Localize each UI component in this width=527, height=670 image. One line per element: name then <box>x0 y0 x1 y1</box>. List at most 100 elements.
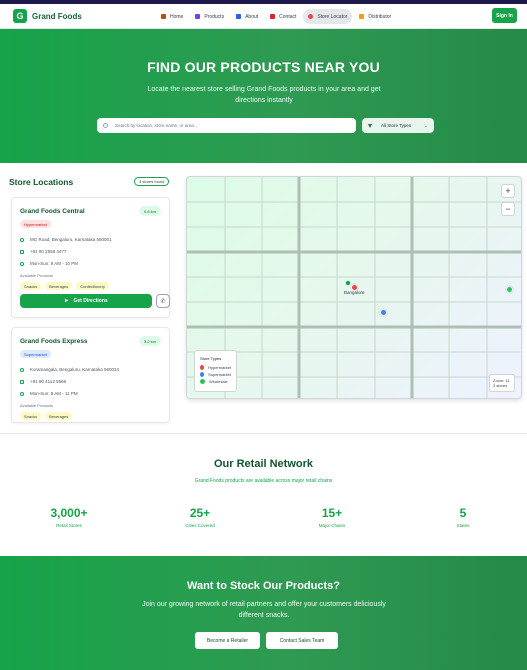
legend-label: Wholesale <box>209 379 228 384</box>
store-phone-text: +91 80 2558 4477 <box>30 249 67 254</box>
store-map[interactable]: + − Bangalore Store Types Hypermarket Su… <box>186 176 522 399</box>
zoom-out-button[interactable]: − <box>501 202 515 216</box>
legend-dot <box>200 365 205 370</box>
city-label: Bangalore <box>344 290 365 295</box>
store-card[interactable]: Grand Foods Central 0.8 km Hypermarket M… <box>11 197 170 318</box>
get-directions-label: Get Directions <box>73 298 108 304</box>
product-tag: Snacks <box>20 412 42 420</box>
nav-products-label: Products <box>204 13 225 20</box>
store-address: MG Road, Bengaluru, Karnataka 560001 <box>20 237 112 242</box>
call-store-button[interactable]: ✆ <box>156 294 170 308</box>
available-products-label: Available Products <box>20 403 54 408</box>
legend-label: Supermarket <box>208 372 231 377</box>
legend-dot <box>200 379 205 384</box>
legend-item: Wholesale <box>200 378 231 385</box>
hero-title: FIND OUR PRODUCTS NEAR YOU <box>147 59 380 75</box>
supermarket-pin[interactable] <box>380 309 387 316</box>
city-marker-dot <box>346 281 350 285</box>
nav-store-locator[interactable]: Store Locator <box>303 9 353 24</box>
nav-distributor[interactable]: Distributor <box>354 9 396 24</box>
legend-title: Store Types <box>200 356 222 361</box>
location-icon <box>20 367 24 372</box>
legend-label: Hypermarket <box>208 365 231 370</box>
nav-distributor-label: Distributor <box>368 13 392 20</box>
become-retailer-button[interactable]: Become a Retailer <box>195 632 260 649</box>
nav-products[interactable]: Products <box>190 9 229 24</box>
product-tag: Beverages <box>45 282 73 290</box>
info-icon <box>236 14 242 19</box>
store-type-filter-label: All Store Types <box>381 123 412 128</box>
network-subtitle: Grand Foods products are available acros… <box>194 478 333 484</box>
store-card[interactable]: Grand Foods Express 3.2 km Supermarket K… <box>11 327 170 423</box>
stat-label: Major Chains <box>318 523 346 528</box>
nav-contact[interactable]: Contact <box>265 9 301 24</box>
store-list-title: Store Locations <box>9 177 74 187</box>
home-icon <box>161 14 166 19</box>
product-tags: Snacks Beverages Confectionery <box>20 282 113 290</box>
nav-home-label: Home <box>170 13 184 20</box>
store-phone-text: +91 80 4112 5566 <box>30 379 67 384</box>
hero-section: FIND OUR PRODUCTS NEAR YOU Locate the ne… <box>0 29 527 163</box>
clock-icon <box>20 391 24 396</box>
stat-label: Cities Covered <box>185 523 215 528</box>
legend-item: Supermarket <box>200 371 231 378</box>
nav-about[interactable]: About <box>231 9 263 24</box>
nav-store-locator-label: Store Locator <box>317 13 348 20</box>
stat-states: 5 States <box>408 506 518 528</box>
hero-subtitle: Locate the nearest store selling Grand F… <box>147 86 381 104</box>
cta-subtitle: Join our growing network of retail partn… <box>142 601 386 619</box>
nav-about-label: About <box>245 13 259 20</box>
nav-links: Home Products About Contact Store Locato… <box>156 9 398 24</box>
map-pin-icon <box>308 14 314 19</box>
brand-name: Grand Foods <box>32 11 82 21</box>
store-type-badge: Hypermarket <box>20 220 51 228</box>
phone-icon <box>270 14 276 19</box>
store-address-text: MG Road, Bengaluru, Karnataka 560001 <box>30 237 112 242</box>
sign-in-button[interactable]: Sign In <box>492 8 517 23</box>
nav-home[interactable]: Home <box>156 9 188 24</box>
get-directions-button[interactable]: ➤ Get Directions <box>20 294 152 308</box>
search-bar[interactable] <box>97 118 356 133</box>
stat-retail-stores: 3,000+ Retail Stores <box>14 506 124 528</box>
phone-icon: ✆ <box>160 298 166 305</box>
store-hours: Mon-Sun: 8 AM - 11 PM <box>20 391 78 396</box>
store-phone: +91 80 2558 4477 <box>20 249 66 254</box>
distance-badge: 3.2 km <box>138 336 161 346</box>
search-input[interactable] <box>115 123 335 128</box>
store-type-badge: Supermarket <box>20 350 51 358</box>
available-products-label: Available Products <box>20 273 54 278</box>
distance-badge: 0.8 km <box>138 206 161 216</box>
handshake-icon <box>359 14 365 19</box>
brand-logo[interactable]: G Grand Foods <box>13 9 82 23</box>
phone-icon <box>20 249 24 254</box>
product-tag: Snacks <box>20 282 42 290</box>
store-address: Koramangala, Bengaluru, Karnataka 560034 <box>20 367 119 372</box>
section-divider <box>0 433 527 434</box>
navbar: G Grand Foods Home Products About Contac… <box>0 4 527 29</box>
zoom-info: Zoom: 11 3 stores <box>489 374 515 392</box>
legend-dot <box>200 372 205 377</box>
store-address-text: Koramangala, Bengaluru, Karnataka 560034 <box>30 367 120 372</box>
legend-item: Hypermarket <box>200 364 231 371</box>
store-type-filter[interactable]: All Store Types ⌄ <box>362 118 434 133</box>
stores-found-badge: 3 stores found <box>134 177 170 186</box>
store-hours-text: Mon-Sun: 8 AM - 11 PM <box>30 391 78 396</box>
wholesale-pin[interactable] <box>506 286 513 293</box>
stat-value: 15+ <box>321 506 343 520</box>
store-hours: Mon-Sun: 9 AM - 10 PM <box>20 261 78 266</box>
product-tags: Snacks Beverages <box>20 412 76 420</box>
location-icon <box>20 237 24 242</box>
map-legend: Store Types Hypermarket Supermarket Whol… <box>194 350 237 392</box>
stat-value: 25+ <box>189 506 211 520</box>
stat-label: Retail Stores <box>56 523 82 528</box>
store-hours-text: Mon-Sun: 9 AM - 10 PM <box>30 261 79 266</box>
search-icon <box>103 123 108 128</box>
contact-sales-button[interactable]: Contact Sales Team <box>266 632 338 649</box>
stat-cities: 25+ Cities Covered <box>145 506 255 528</box>
stat-value: 3,000+ <box>50 506 88 520</box>
store-count: 3 stores <box>493 383 508 388</box>
zoom-in-button[interactable]: + <box>501 184 515 198</box>
chevron-down-icon: ⌄ <box>423 123 428 129</box>
cta-title: Want to Stock Our Products? <box>187 580 340 592</box>
navigation-arrow-icon: ➤ <box>64 298 69 304</box>
